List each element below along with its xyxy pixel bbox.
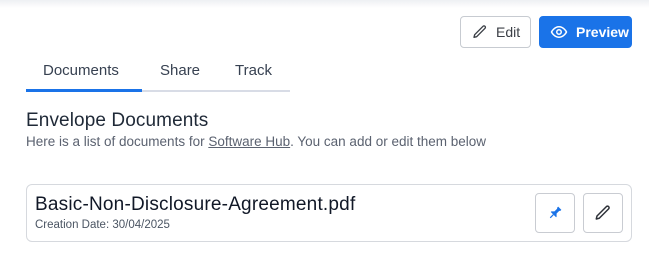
document-name: Basic-Non-Disclosure-Agreement.pdf [35,194,356,215]
pin-document-button[interactable] [535,193,575,233]
edit-document-button[interactable] [583,193,623,233]
description-suffix: . You can add or edit them below [290,134,487,149]
document-creation-date: Creation Date: 30/04/2025 [35,219,170,231]
section-title: Envelope Documents [26,110,209,131]
document-card: Basic-Non-Disclosure-Agreement.pdf Creat… [26,184,632,242]
toolbar: Edit Preview [460,16,632,48]
envelope-link[interactable]: Software Hub [208,134,290,149]
pin-icon [549,206,562,219]
pencil-icon [473,25,487,38]
section-description: Here is a list of documents for Software… [26,134,486,149]
tab-bar: Documents Share Track [26,57,290,92]
edit-button[interactable]: Edit [460,16,531,48]
tab-share[interactable]: Share [142,57,217,90]
description-prefix: Here is a list of documents for [26,134,209,149]
preview-button-label: Preview [576,24,629,40]
edit-button-label: Edit [496,24,521,40]
eye-icon [550,26,568,38]
preview-button[interactable]: Preview [539,16,632,48]
pencil-icon [595,205,610,220]
tab-track[interactable]: Track [217,57,287,90]
tab-documents[interactable]: Documents [26,57,142,92]
top-shadow [0,0,649,8]
